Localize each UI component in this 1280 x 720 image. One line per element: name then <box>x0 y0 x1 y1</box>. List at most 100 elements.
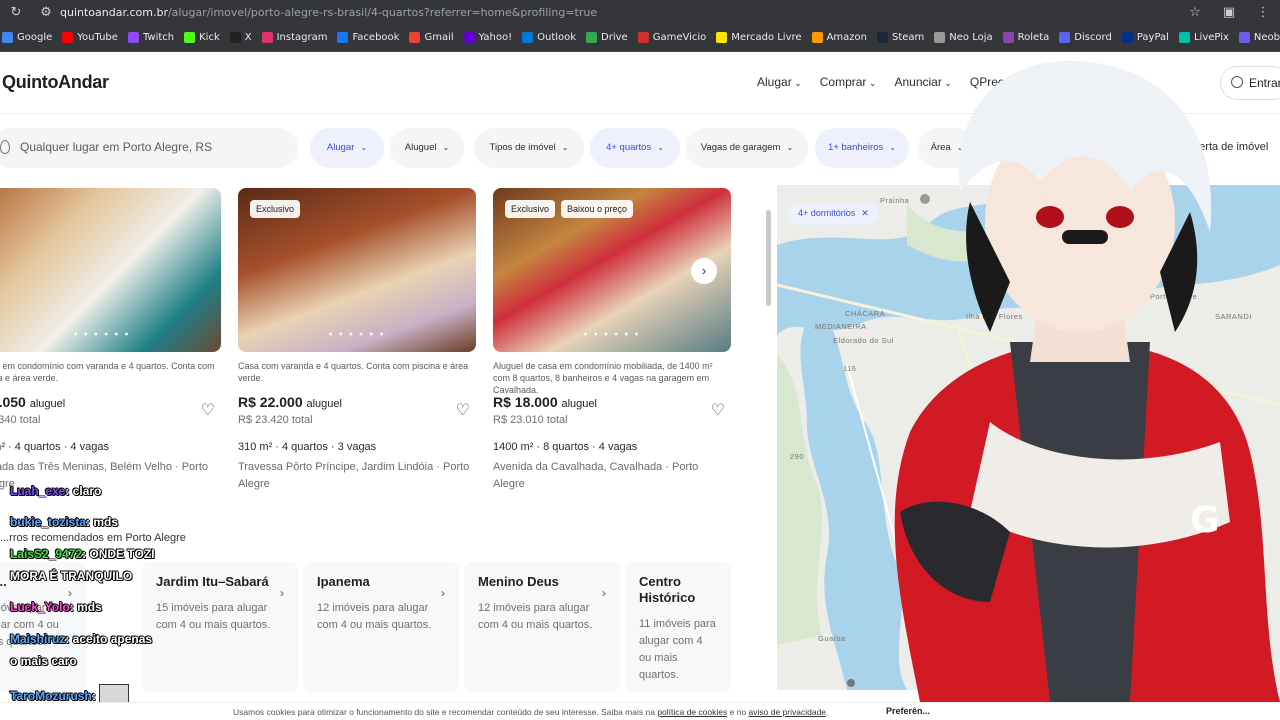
listing-photo[interactable]: Exclusivo ● ● ● ● ● ● <box>238 188 476 352</box>
bookmark-label: YouTube <box>77 32 118 43</box>
bookmark-label: Google <box>17 32 53 43</box>
chevron-down-icon: ⌄ <box>657 143 664 152</box>
reload-icon[interactable]: ↻ <box>0 4 32 20</box>
listing-specs: 1400 m² · 8 quartos · 4 vagas <box>493 441 638 453</box>
bookmark-item[interactable]: Gmail <box>409 32 454 43</box>
menu-icon[interactable]: ⋮ <box>1246 4 1280 20</box>
bookmark-label: Yahoo! <box>478 32 513 43</box>
bookmark-item[interactable]: Instagram <box>261 32 327 43</box>
map-place-label: 290 <box>790 452 805 461</box>
listing-card[interactable]: ● ● ● ● ● ● ...sa em condomínio com varan… <box>0 188 221 493</box>
favorite-heart-icon[interactable]: ♡ <box>711 400 725 420</box>
bookmark-label: Mercado Livre <box>731 32 802 43</box>
screen: ↻ ⚙ quintoandar.com.br/alugar/imovel/por… <box>0 0 1280 720</box>
chat-username: Luck_Yolo <box>10 600 70 614</box>
filter-chip[interactable]: Aluguel ⌄ <box>390 128 464 168</box>
bookmark-item[interactable]: Mercado Livre <box>716 32 802 43</box>
neighborhood-card[interactable]: Menino Deus 12 imóveis para alugar com 4 … <box>464 562 620 692</box>
bookmark-favicon-icon <box>127 32 139 43</box>
bookmark-favicon-icon <box>637 32 649 43</box>
neighborhood-card[interactable]: Centro Histórico 11 imóveis para alugar c… <box>625 562 731 692</box>
bookmark-favicon-icon <box>522 32 534 43</box>
neighborhood-name: Centro Histórico <box>639 574 696 605</box>
neighborhood-card[interactable]: Ipanema 12 imóveis para alugar com 4 ou m… <box>303 562 459 692</box>
bookmark-label: Twitch <box>142 32 175 43</box>
bookmark-item[interactable]: X <box>229 32 252 43</box>
privacy-notice-link[interactable]: aviso de privacidade <box>749 707 827 717</box>
neighborhood-name: Jardim Itu–Sabará <box>156 574 269 589</box>
url-field[interactable]: quintoandar.com.br/alugar/imovel/porto-a… <box>60 6 1178 19</box>
listing-badges: Exclusivo <box>250 200 301 218</box>
neighborhoods-title: ...rros recomendados em Porto Alegre <box>0 532 186 544</box>
listing-price: 22.050 aluguel <box>0 394 221 410</box>
chevron-right-icon: › <box>68 586 72 600</box>
browser-address-bar: ↻ ⚙ quintoandar.com.br/alugar/imovel/por… <box>0 0 1280 24</box>
neighborhood-count: 15 imóveis para alugar com 4 ou mais qua… <box>156 602 271 631</box>
cookie-policy-link[interactable]: política de cookies <box>657 707 727 717</box>
cookie-preferences-button[interactable]: Preferên... <box>886 706 930 716</box>
nav-item[interactable]: Alugar <box>757 75 802 89</box>
filter-chip[interactable]: 4+ quartos ⌄ <box>590 128 680 168</box>
listing-price-value: R$ 18.000 <box>493 394 558 410</box>
filter-chip[interactable]: Tipos de imóvel ⌄ <box>474 128 584 168</box>
bookmark-item[interactable]: Facebook <box>337 32 399 43</box>
chevron-right-icon: › <box>441 586 445 600</box>
bookmark-favicon-icon <box>2 32 13 43</box>
carousel-dots[interactable]: ● ● ● ● ● ● <box>0 331 221 338</box>
cookie-text-mid: e no <box>729 707 747 717</box>
listing-photo[interactable]: Exclusivo Baixou o preço ● ● ● ● ● ● › <box>493 188 731 352</box>
bookmark-item[interactable]: Kick <box>184 32 220 43</box>
filter-chip[interactable]: Alugar ⌄ <box>310 128 384 168</box>
filter-chip[interactable]: Vagas de garagem ⌄ <box>686 128 808 168</box>
location-search-input[interactable]: Qualquer lugar em Porto Alegre, RS <box>0 128 298 168</box>
favorite-heart-icon[interactable]: ♡ <box>201 400 215 420</box>
listing-address: Travessa Pôrto Príncipe, Jardim Lindóia … <box>238 461 470 490</box>
chevron-right-icon: › <box>280 586 284 600</box>
bookmark-favicon-icon <box>62 32 74 43</box>
bookmark-item[interactable]: Yahoo! <box>463 32 513 43</box>
bookmark-favicon-icon <box>463 32 475 43</box>
carousel-dots[interactable]: ● ● ● ● ● ● <box>493 331 731 338</box>
listing-card[interactable]: Exclusivo ● ● ● ● ● ● Casa com varanda e 4… <box>238 188 476 493</box>
logo-text: QuintoAndar <box>2 72 109 92</box>
chevron-right-icon[interactable]: › <box>691 258 717 284</box>
chat-text: : mds <box>69 600 102 614</box>
neighborhood-count: 12 imóveis para alugar com 4 ou mais qua… <box>317 602 432 631</box>
neighborhood-count: 12 imóveis para alugar com 4 ou mais qua… <box>478 602 593 631</box>
bookmark-label: X <box>244 32 252 43</box>
bookmark-item[interactable]: Drive <box>586 32 628 43</box>
site-info-icon[interactable]: ⚙ <box>32 4 60 20</box>
bookmark-item[interactable]: Outlook <box>522 32 576 43</box>
chat-username: LaisS2_9472 <box>10 547 83 561</box>
listing-description: Casa com varanda e 4 quartos. Conta com … <box>238 361 469 383</box>
favorite-heart-icon[interactable]: ♡ <box>456 400 470 420</box>
bookmark-item[interactable]: Twitch <box>127 32 175 43</box>
bookmark-item[interactable]: YouTube <box>62 32 118 43</box>
bookmark-label: Outlook <box>537 32 577 43</box>
extensions-icon[interactable]: ▣ <box>1212 4 1246 20</box>
listing-specs: 310 m² · 4 quartos · 3 vagas <box>238 441 377 453</box>
cookie-banner: Usamos cookies para otimizar o funcionam… <box>0 702 1280 720</box>
chat-text: : ONDE TOZI <box>82 547 155 561</box>
bookmark-favicon-icon <box>586 32 598 43</box>
listing-total: 25.340 total <box>0 414 41 426</box>
bookmark-favicon-icon <box>409 32 421 43</box>
listing-card[interactable]: Exclusivo Baixou o preço ● ● ● ● ● ● › Alugu… <box>493 188 731 493</box>
url-path: /alugar/imovel/porto-alegre-rs-brasil/4-… <box>167 5 598 19</box>
carousel-dots[interactable]: ● ● ● ● ● ● <box>238 331 476 338</box>
bookmark-favicon-icon <box>261 32 273 43</box>
listing-description: Aluguel de casa em condomínio mobiliada,… <box>493 361 713 395</box>
bookmark-item[interactable]: Google <box>2 32 52 43</box>
listing-photo[interactable]: ● ● ● ● ● ● <box>0 188 221 352</box>
bookmark-star-icon[interactable]: ☆ <box>1178 4 1212 20</box>
neighborhood-card[interactable]: Jardim Itu–Sabará 15 imóveis para alugar … <box>142 562 298 692</box>
listing-badge: Exclusivo <box>250 200 301 218</box>
streamer-avatar-illustration: G <box>894 60 1280 702</box>
listing-total: R$ 23.420 total <box>238 414 313 426</box>
results-scrollbar[interactable] <box>766 210 771 306</box>
listing-price-suffix: aluguel <box>29 398 66 410</box>
bookmark-item[interactable]: GameVicio <box>637 32 706 43</box>
svg-text:G: G <box>1190 500 1220 541</box>
site-logo[interactable]: QuintoAndar <box>2 72 109 93</box>
chevron-right-icon: › <box>602 586 606 600</box>
